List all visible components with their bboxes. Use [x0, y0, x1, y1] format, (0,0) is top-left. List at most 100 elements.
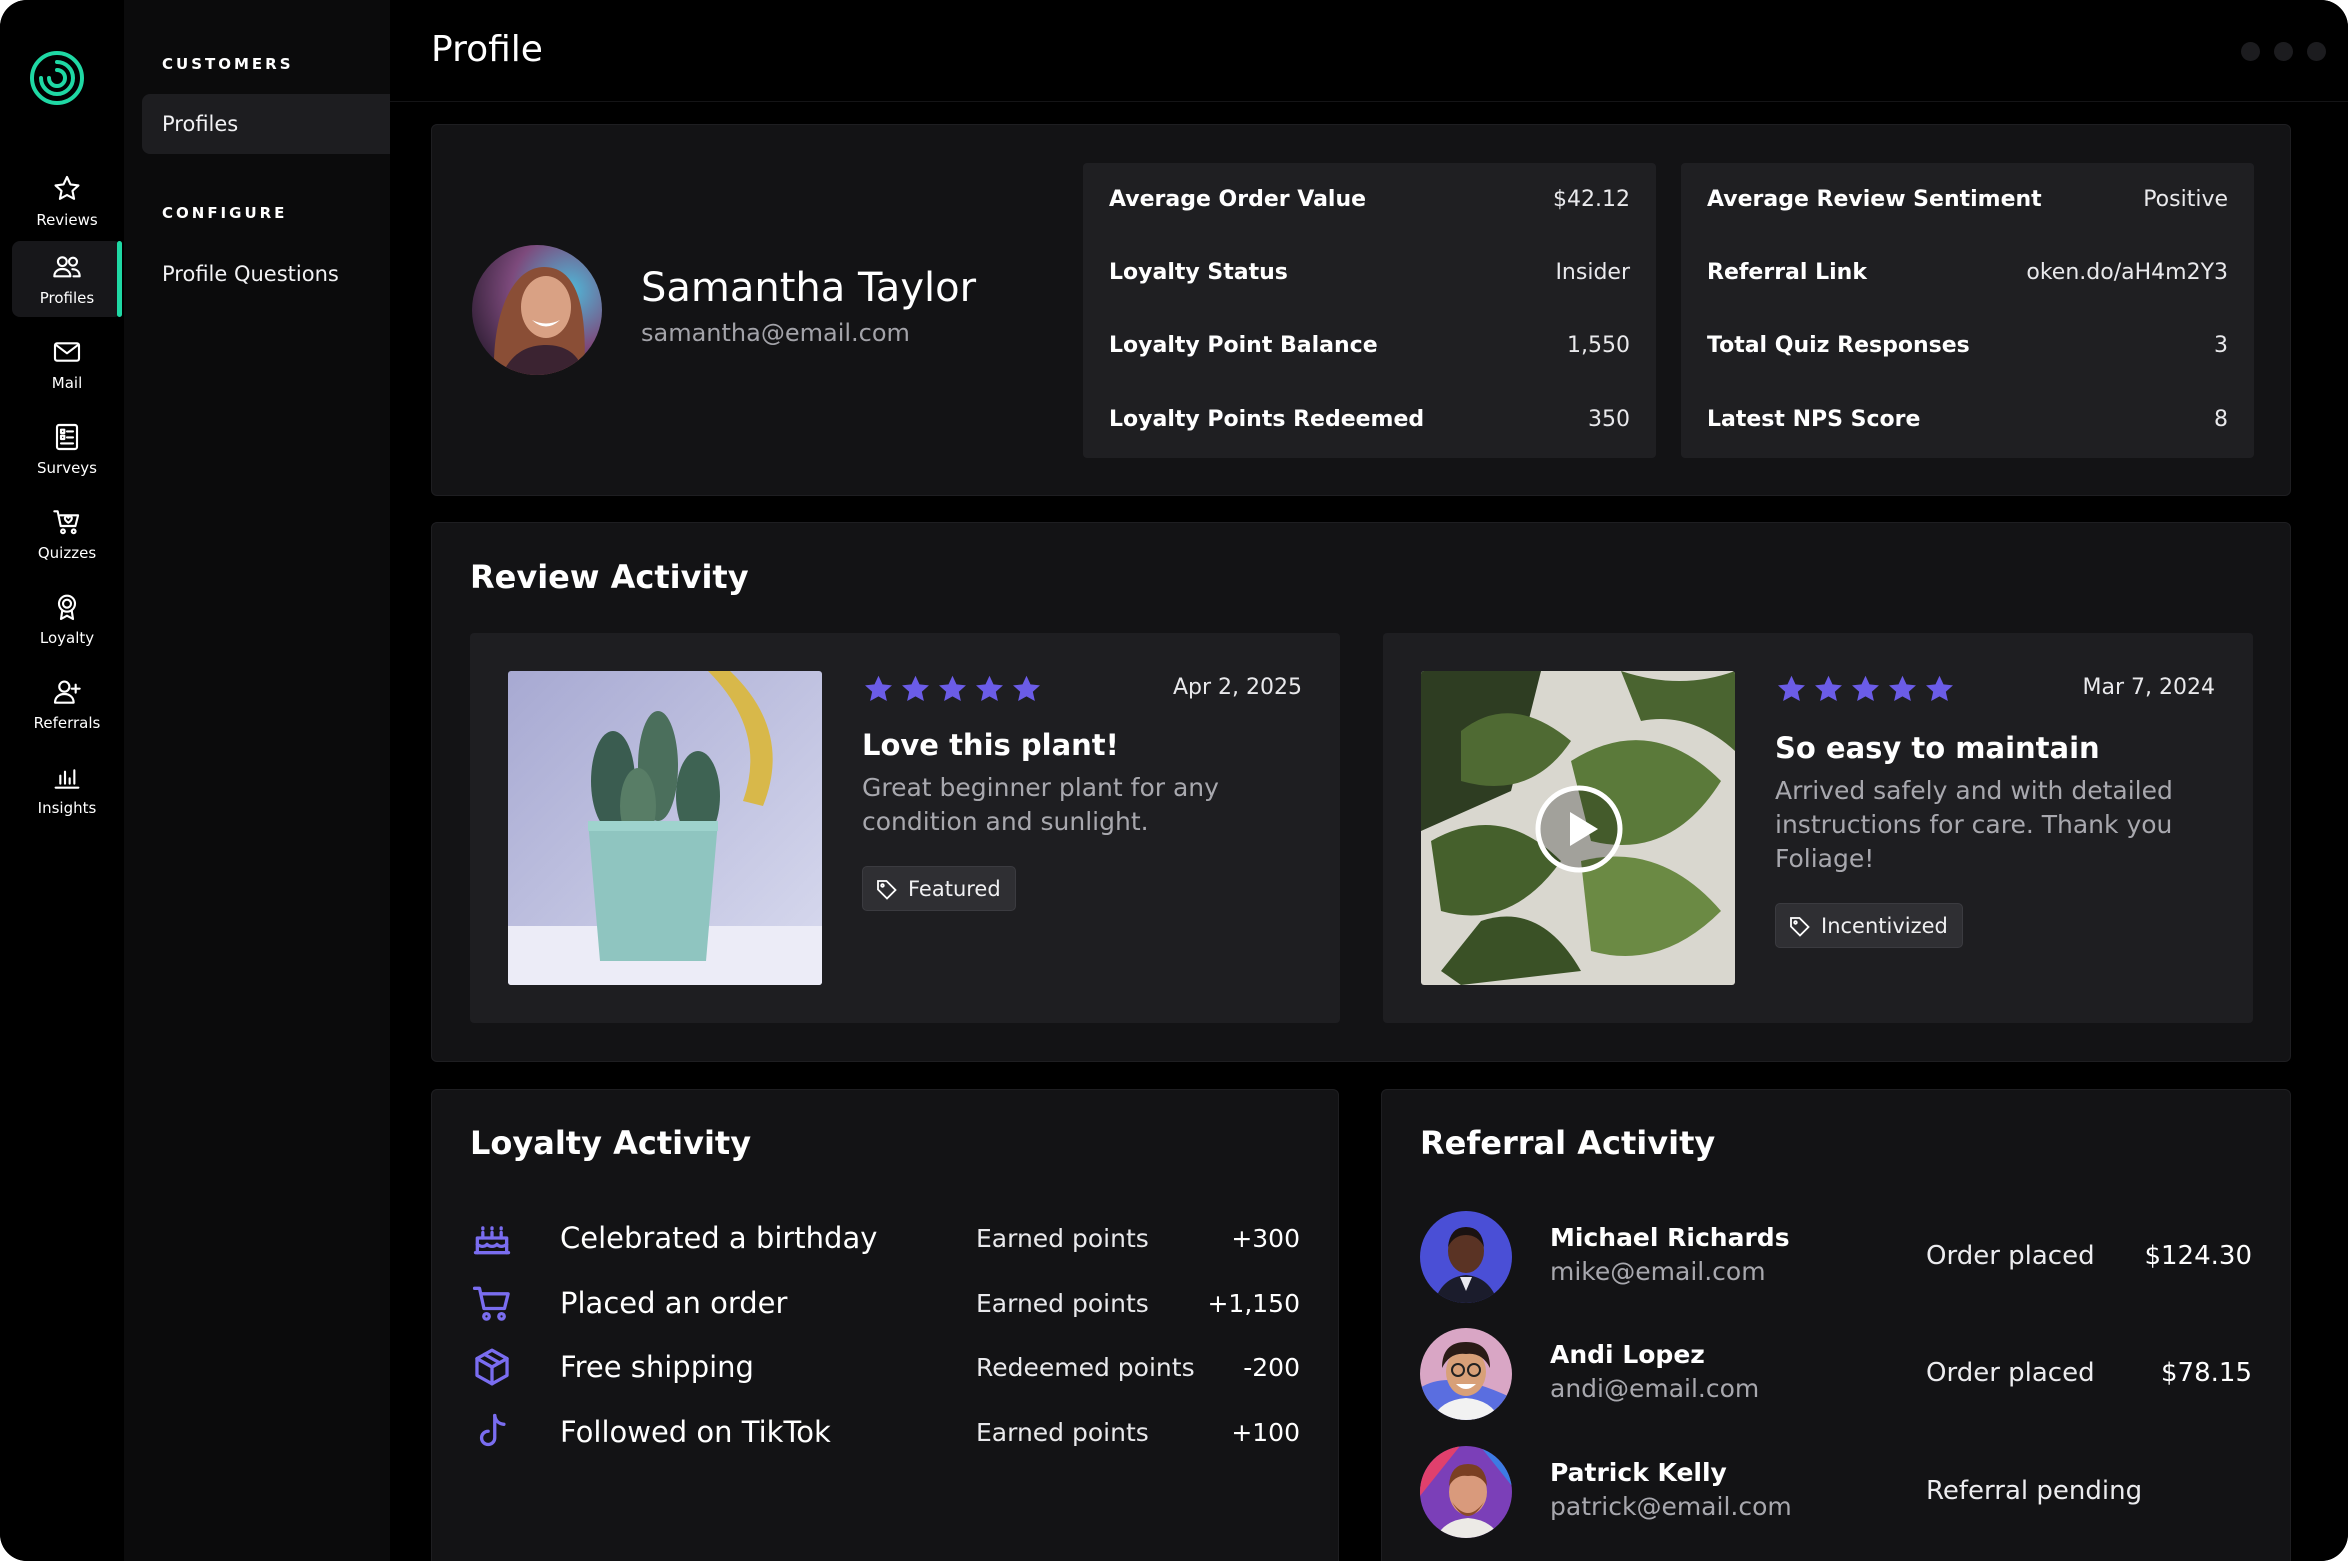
referral-activity-card: Referral Activity Michael Richards mike@…: [1381, 1089, 2291, 1561]
review-date: Mar 7, 2024: [2082, 675, 2215, 700]
rail-item-loyalty[interactable]: Loyalty: [12, 581, 122, 657]
avatar: [1420, 1328, 1512, 1420]
rail-item-insights[interactable]: Insights: [12, 751, 122, 827]
rail-item-profiles[interactable]: Profiles: [12, 241, 122, 317]
loyalty-label: Free shipping: [560, 1350, 754, 1384]
secondary-nav: CUSTOMERS Profiles CONFIGURE Profile Que…: [124, 0, 390, 1561]
referral-row[interactable]: Michael Richards mike@email.com Order pl…: [1420, 1211, 2252, 1305]
rating-stars: [1775, 673, 1956, 706]
tag-icon: [877, 879, 897, 900]
star-icon: [902, 675, 929, 702]
subnav-item-profiles[interactable]: Profiles: [142, 94, 390, 154]
play-icon[interactable]: [1535, 785, 1623, 873]
cart-icon: [472, 1286, 510, 1321]
profile-name: Samantha Taylor: [641, 265, 977, 311]
mail-icon: [53, 342, 81, 362]
tag-icon: [1790, 916, 1810, 937]
star-icon: [939, 675, 966, 702]
rail-item-quizzes[interactable]: Quizzes: [12, 496, 122, 572]
rail-label: Reviews: [36, 211, 98, 229]
review-body: Great beginner plant for any condition a…: [862, 773, 1219, 836]
window-controls: [2241, 42, 2326, 61]
profile-avatar: [472, 245, 602, 375]
stat-label: Average Review Sentiment: [1707, 187, 2042, 212]
incentivized-tag[interactable]: Incentivized: [1775, 903, 1963, 948]
review-title: So easy to maintain: [1775, 731, 2100, 765]
loyalty-points: +100: [1231, 1417, 1300, 1447]
rail-label: Loyalty: [39, 629, 95, 647]
bar-chart-icon: [54, 769, 80, 789]
stat-row: Latest NPS Score 8: [1707, 407, 2228, 432]
referral-status: Order placed: [1926, 1241, 2095, 1271]
customers-heading: CUSTOMERS: [162, 55, 294, 73]
loyalty-points: -200: [1243, 1352, 1300, 1382]
star-icon: [1926, 675, 1953, 702]
star-icon: [865, 675, 892, 702]
award-icon: [57, 594, 77, 621]
stat-value: Insider: [1555, 260, 1630, 285]
review-body: Arrived safely and with detailed instruc…: [1775, 776, 2173, 873]
review-item[interactable]: Mar 7, 2024 So easy to maintain Arrived …: [1383, 633, 2253, 1023]
referral-name: Patrick Kelly: [1550, 1458, 1727, 1487]
stat-label: Loyalty Points Redeemed: [1109, 407, 1425, 432]
stat-value: 350: [1588, 407, 1630, 432]
top-bar: Profile: [390, 0, 2348, 102]
stat-label: Latest NPS Score: [1707, 407, 1921, 432]
rail-item-reviews[interactable]: Reviews: [12, 163, 122, 239]
main-content: Profile Samantha Taylor samantha@email.c…: [390, 0, 2348, 1561]
rail-label: Surveys: [37, 459, 97, 477]
loyalty-kind: Earned points: [976, 1223, 1149, 1253]
window-dot[interactable]: [2241, 42, 2260, 61]
referral-row[interactable]: Andi Lopez andi@email.com Order placed $…: [1420, 1328, 2252, 1422]
cart-heart-icon: [53, 510, 80, 535]
rail-item-mail[interactable]: Mail: [12, 326, 122, 402]
loyalty-row: Placed an order Earned points +1,150: [470, 1273, 1300, 1333]
window-dot[interactable]: [2274, 42, 2293, 61]
stat-value: 3: [2214, 333, 2228, 358]
referral-email: patrick@email.com: [1550, 1492, 1792, 1521]
window-dot[interactable]: [2307, 42, 2326, 61]
brand-logo-icon[interactable]: [28, 49, 86, 107]
stat-label: Average Order Value: [1109, 187, 1367, 212]
star-icon: [1889, 675, 1916, 702]
star-icon: [1013, 675, 1040, 702]
stat-row: Referral Link oken.do/aH4m2Y3: [1707, 260, 2228, 285]
featured-tag[interactable]: Featured: [862, 866, 1016, 911]
profile-email: samantha@email.com: [641, 319, 910, 347]
subnav-item-profile-questions[interactable]: Profile Questions: [142, 244, 390, 304]
birthday-cake-icon: [473, 1226, 511, 1255]
avatar: [1420, 1211, 1512, 1303]
review-date: Apr 2, 2025: [1172, 675, 1302, 700]
referral-amount: $124.30: [2144, 1241, 2252, 1271]
stats-panel-orders: Average Order Value $42.12 Loyalty Status…: [1083, 163, 1656, 458]
stat-value: 8: [2214, 407, 2228, 432]
review-video[interactable]: [1421, 671, 1735, 985]
tiktok-icon: [479, 1413, 506, 1447]
referral-activity-title: Referral Activity: [1420, 1124, 1716, 1162]
profile-card: Samantha Taylor samantha@email.com Avera…: [431, 124, 2291, 496]
stat-row: Loyalty Points Redeemed 350: [1109, 407, 1630, 432]
referral-row[interactable]: Patrick Kelly patrick@email.com Referral…: [1420, 1446, 2252, 1540]
loyalty-activity-title: Loyalty Activity: [470, 1124, 752, 1162]
rail-item-referrals[interactable]: Referrals: [12, 666, 122, 742]
rail-label: Mail: [51, 374, 83, 392]
review-item[interactable]: Apr 2, 2025 Love this plant! Great begin…: [470, 633, 1340, 1023]
rating-stars: [862, 673, 1043, 706]
loyalty-activity-card: Loyalty Activity Celebrated a birthday E…: [431, 1089, 1339, 1561]
stat-row: Loyalty Status Insider: [1109, 260, 1630, 285]
loyalty-label: Followed on TikTok: [560, 1415, 831, 1449]
survey-icon: [55, 423, 79, 451]
referral-name: Andi Lopez: [1550, 1340, 1705, 1369]
star-icon: [976, 675, 1003, 702]
review-photo[interactable]: [508, 671, 822, 985]
stat-value: 1,550: [1567, 333, 1630, 358]
tag-label: Incentivized: [1821, 913, 1948, 938]
rail-item-surveys[interactable]: Surveys: [12, 411, 122, 487]
loyalty-kind: Earned points: [976, 1417, 1149, 1447]
stat-label: Total Quiz Responses: [1707, 333, 1970, 358]
user-plus-icon: [53, 680, 81, 704]
loyalty-row: Celebrated a birthday Earned points +300: [470, 1208, 1300, 1268]
referral-link[interactable]: oken.do/aH4m2Y3: [2026, 260, 2228, 285]
stat-label: Loyalty Point Balance: [1109, 333, 1378, 358]
rail-label: Referrals: [33, 714, 101, 732]
